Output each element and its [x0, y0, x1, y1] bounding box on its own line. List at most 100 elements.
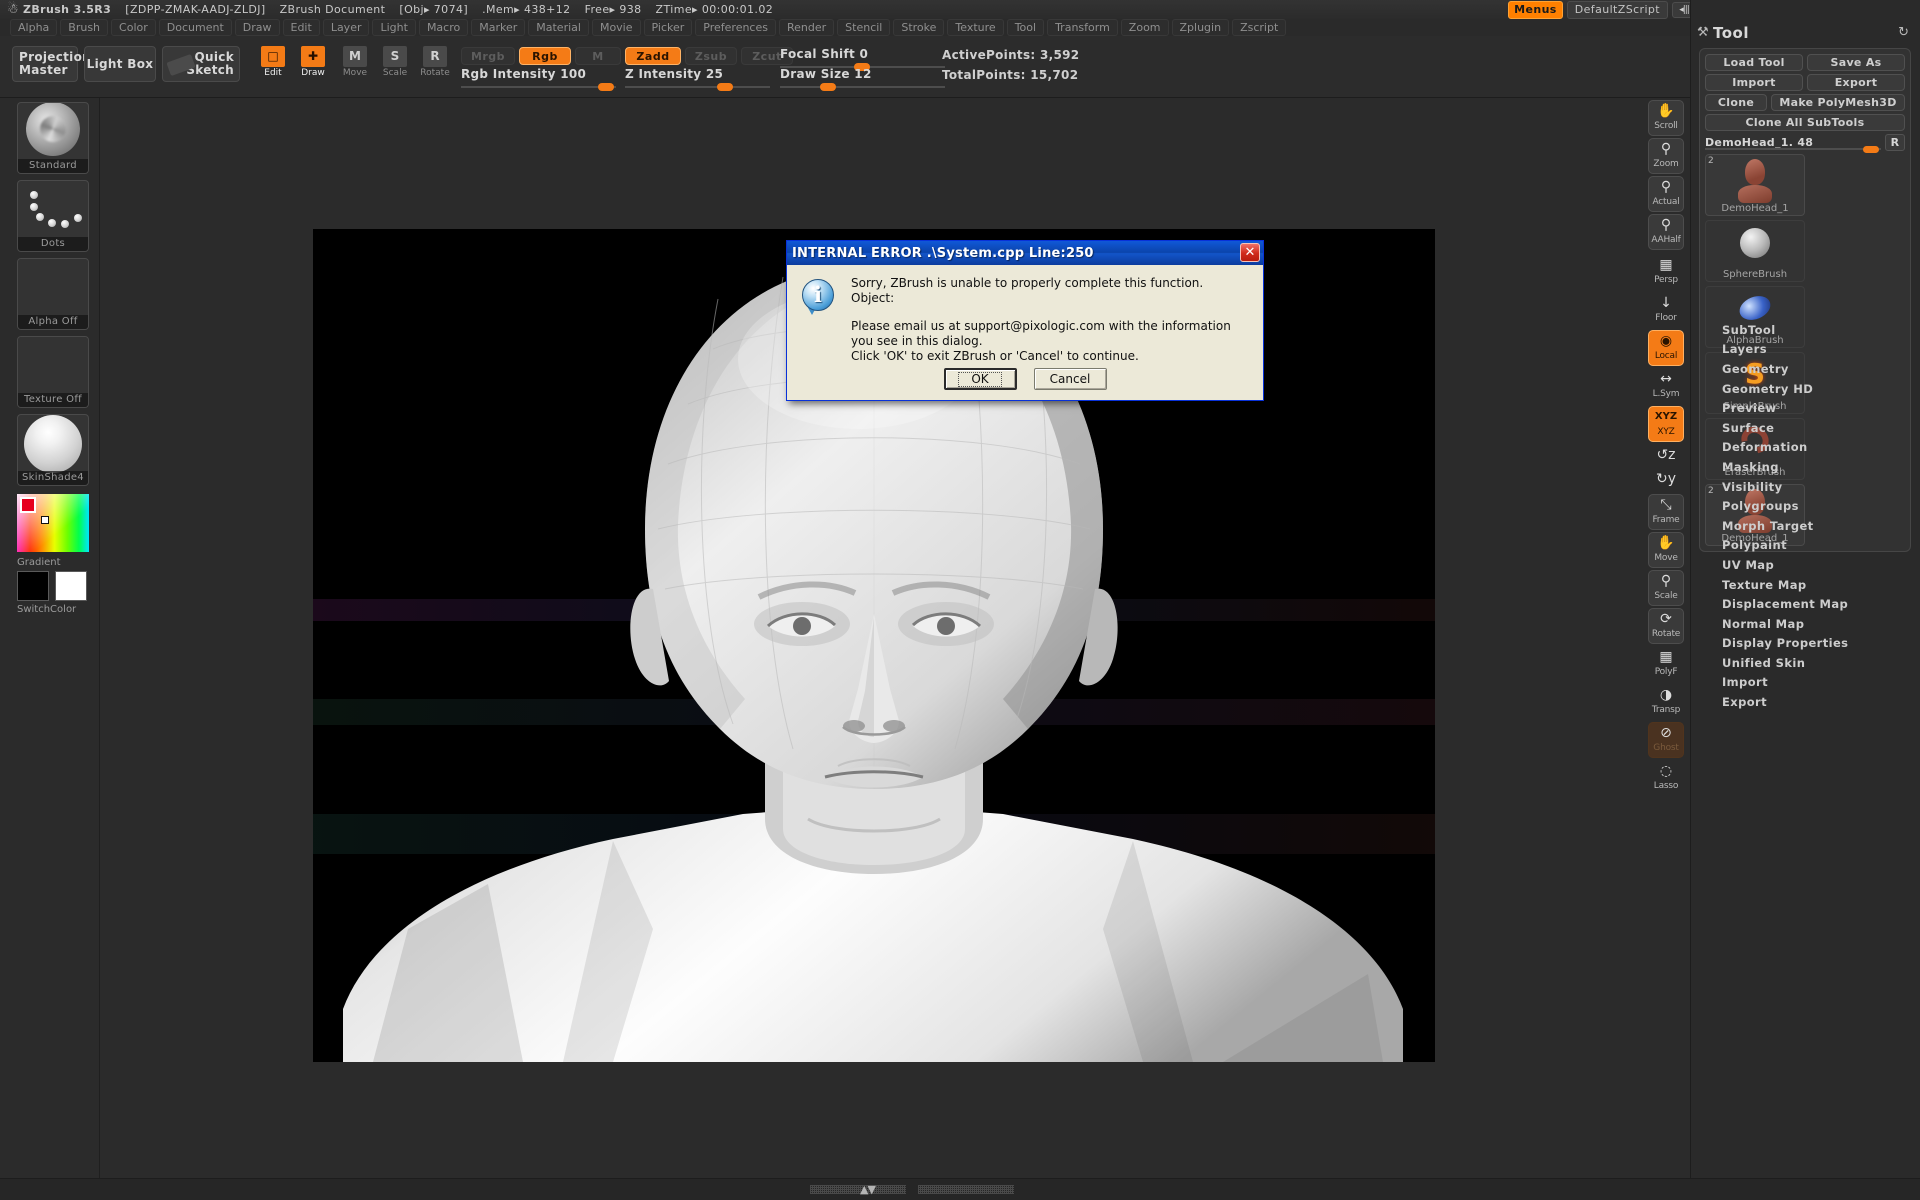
- clone-button[interactable]: Clone: [1705, 94, 1767, 111]
- strip-button-persp[interactable]: ▦ Persp: [1648, 254, 1684, 290]
- internal-error-dialog[interactable]: INTERNAL ERROR .\System.cpp Line:250 ✕ S…: [786, 240, 1264, 401]
- tool-menu-unified-skin[interactable]: Unified Skin: [1691, 653, 1920, 673]
- tool-menu-uv-map[interactable]: UV Map: [1691, 555, 1920, 575]
- save-as-button[interactable]: Save As: [1807, 54, 1905, 71]
- strip-button-polyf[interactable]: ▦ PolyF: [1648, 646, 1684, 682]
- scroll-updown-icons[interactable]: ▲▼: [860, 1183, 876, 1196]
- menu-item-zplugin[interactable]: Zplugin: [1171, 19, 1230, 36]
- texture-swatch[interactable]: Texture Off: [17, 336, 89, 408]
- draw-mode-button[interactable]: ✚ Draw: [298, 46, 328, 82]
- tool-menu-polygroups[interactable]: Polygroups: [1691, 496, 1920, 516]
- tool-menu-polypaint[interactable]: Polypaint: [1691, 536, 1920, 556]
- export-button[interactable]: Export: [1807, 74, 1905, 91]
- strip-button-rotate-y[interactable]: ↻y: [1648, 468, 1684, 490]
- scale-mode-button[interactable]: S Scale: [380, 46, 410, 82]
- item-info-slider[interactable]: DemoHead_1. 48 R: [1705, 134, 1905, 153]
- rotate-mode-button[interactable]: R Rotate: [420, 46, 450, 82]
- brush-swatch[interactable]: Standard: [17, 102, 89, 174]
- tool-menu-display-properties[interactable]: Display Properties: [1691, 634, 1920, 654]
- tool-menu-texture-map[interactable]: Texture Map: [1691, 575, 1920, 595]
- primary-color-swatch[interactable]: [17, 571, 49, 601]
- strip-button-transp[interactable]: ◑ Transp: [1648, 684, 1684, 720]
- menu-item-color[interactable]: Color: [111, 19, 156, 36]
- menu-item-tool[interactable]: Tool: [1006, 19, 1045, 36]
- import-button[interactable]: Import: [1705, 74, 1803, 91]
- strip-button-zoom[interactable]: ⚲ Zoom: [1648, 138, 1684, 174]
- menu-item-macro[interactable]: Macro: [418, 19, 469, 36]
- zadd-button[interactable]: Zadd: [625, 47, 681, 65]
- strip-button-scroll[interactable]: ✋ Scroll: [1648, 100, 1684, 136]
- menu-item-draw[interactable]: Draw: [234, 19, 280, 36]
- menu-item-transform[interactable]: Transform: [1047, 19, 1118, 36]
- menu-item-picker[interactable]: Picker: [643, 19, 693, 36]
- menu-item-edit[interactable]: Edit: [282, 19, 320, 36]
- menu-item-document[interactable]: Document: [158, 19, 232, 36]
- menu-item-material[interactable]: Material: [528, 19, 589, 36]
- load-tool-button[interactable]: Load Tool: [1705, 54, 1803, 71]
- menu-item-stroke[interactable]: Stroke: [893, 19, 945, 36]
- tool-tile-spherebrush[interactable]: SphereBrush: [1705, 220, 1805, 282]
- ok-button[interactable]: OK: [943, 368, 1017, 390]
- tool-menu-preview[interactable]: Preview: [1691, 398, 1920, 418]
- tool-menu-deformation[interactable]: Deformation: [1691, 438, 1920, 458]
- draw-size-slider[interactable]: Draw Size 12: [780, 67, 945, 91]
- menu-item-alpha[interactable]: Alpha: [10, 19, 58, 36]
- scrollbar-track-left[interactable]: [810, 1185, 906, 1194]
- mrgb-button[interactable]: Mrgb: [461, 47, 515, 65]
- close-icon[interactable]: ✕: [1240, 243, 1260, 262]
- move-mode-button[interactable]: M Move: [340, 46, 370, 82]
- strip-button-actual[interactable]: ⚲ Actual: [1648, 176, 1684, 212]
- scrollbar-track-right[interactable]: [918, 1185, 1014, 1194]
- bottom-scrollbar[interactable]: ▲▼: [0, 1178, 1920, 1200]
- menu-item-layer[interactable]: Layer: [322, 19, 370, 36]
- focal-shift-slider[interactable]: Focal Shift 0: [780, 47, 945, 71]
- strip-button-floor[interactable]: ↓ Floor: [1648, 292, 1684, 328]
- stroke-swatch[interactable]: Dots: [17, 180, 89, 252]
- tool-menu-export[interactable]: Export: [1691, 692, 1920, 712]
- make-polymesh3d-button[interactable]: Make PolyMesh3D: [1771, 94, 1905, 111]
- menu-item-light[interactable]: Light: [372, 19, 416, 36]
- secondary-color-swatch[interactable]: [55, 571, 87, 601]
- strip-button-lasso[interactable]: ◌ Lasso: [1648, 760, 1684, 796]
- cancel-button[interactable]: Cancel: [1033, 368, 1107, 390]
- zsub-button[interactable]: Zsub: [685, 47, 737, 65]
- alpha-swatch[interactable]: Alpha Off: [17, 258, 89, 330]
- tool-menu-surface[interactable]: Surface: [1691, 418, 1920, 438]
- strip-button-frame[interactable]: ⤡ Frame: [1648, 494, 1684, 530]
- zscript-name-button[interactable]: DefaultZScript: [1566, 0, 1668, 19]
- tool-menu-displacement-map[interactable]: Displacement Map: [1691, 594, 1920, 614]
- strip-button-local[interactable]: ◉ Local: [1648, 330, 1684, 366]
- tool-menu-normal-map[interactable]: Normal Map: [1691, 614, 1920, 634]
- tool-menu-geometry[interactable]: Geometry: [1691, 359, 1920, 379]
- tool-menu-subtool[interactable]: SubTool: [1691, 320, 1920, 340]
- menu-item-texture[interactable]: Texture: [947, 19, 1004, 36]
- strip-button-rotate[interactable]: ⟳ Rotate: [1648, 608, 1684, 644]
- tool-menu-visibility[interactable]: Visibility: [1691, 477, 1920, 497]
- menu-item-zscript[interactable]: Zscript: [1232, 19, 1287, 36]
- menu-item-marker[interactable]: Marker: [471, 19, 526, 36]
- strip-button-ghost[interactable]: ⊘ Ghost: [1648, 722, 1684, 758]
- rgb-intensity-slider[interactable]: Rgb Intensity 100: [461, 67, 616, 91]
- rgb-button[interactable]: Rgb: [519, 47, 571, 65]
- m-button[interactable]: M: [575, 47, 621, 65]
- tool-menu-masking[interactable]: Masking: [1691, 457, 1920, 477]
- strip-button-move[interactable]: ✋ Move: [1648, 532, 1684, 568]
- strip-button-scale[interactable]: ⚲ Scale: [1648, 570, 1684, 606]
- strip-button-lsym[interactable]: ↔ L.Sym: [1648, 368, 1684, 404]
- tool-menu-import[interactable]: Import: [1691, 673, 1920, 693]
- menus-toggle-button[interactable]: Menus: [1508, 0, 1563, 19]
- r-button[interactable]: R: [1885, 134, 1905, 151]
- z-intensity-slider[interactable]: Z Intensity 25: [625, 67, 770, 91]
- menu-item-preferences[interactable]: Preferences: [695, 19, 776, 36]
- refresh-icon[interactable]: ↻: [1898, 25, 1909, 40]
- light-box-button[interactable]: Light Box: [84, 46, 156, 82]
- menu-item-brush[interactable]: Brush: [60, 19, 109, 36]
- menu-item-stencil[interactable]: Stencil: [837, 19, 891, 36]
- tool-menu-morph-target[interactable]: Morph Target: [1691, 516, 1920, 536]
- color-picker[interactable]: [17, 494, 89, 552]
- menu-item-render[interactable]: Render: [778, 19, 835, 36]
- tool-tile-demohead_1[interactable]: 2 DemoHead_1: [1705, 154, 1805, 216]
- projection-master-button[interactable]: Projection Master: [12, 46, 91, 82]
- menu-item-zoom[interactable]: Zoom: [1120, 19, 1169, 36]
- strip-button-aahalf[interactable]: ⚲ AAHalf: [1648, 214, 1684, 250]
